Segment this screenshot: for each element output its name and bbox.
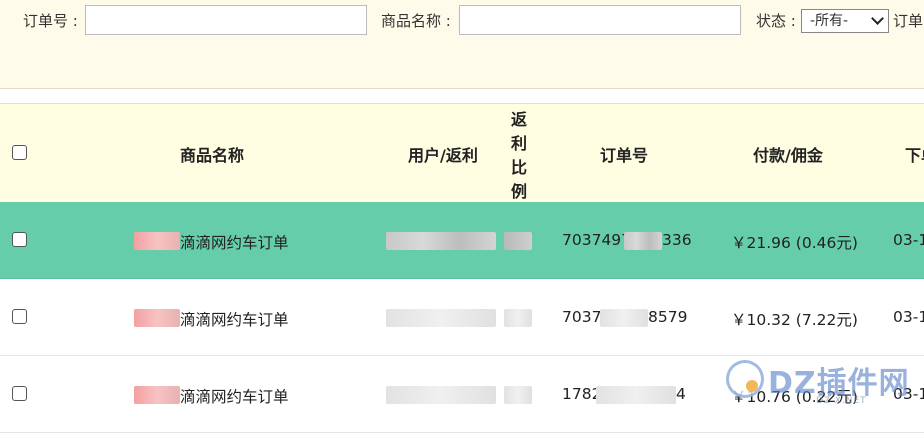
watermark-sub: DZ-X.NET: [816, 396, 867, 406]
redacted-block: [134, 232, 180, 250]
header-payment-commission: 付款/佣金: [753, 146, 823, 165]
redacted-block: [134, 386, 180, 404]
redacted-order: [596, 386, 676, 404]
row-checkbox[interactable]: [12, 386, 27, 401]
row-order-suffix: 336: [662, 231, 692, 249]
header-user-rebate: 用户/返利: [408, 146, 478, 165]
table-header: 商品名称 用户/返利 返利比例 订单号 付款/佣金 下单: [0, 103, 924, 202]
row-product-name: 滴滴网约车订单: [180, 234, 289, 252]
product-name-label: 商品名称 :: [381, 12, 451, 30]
row-date: 03-1: [893, 308, 924, 326]
redacted-order: [600, 309, 648, 327]
header-order-no: 订单号: [600, 146, 649, 165]
redacted-user: [386, 386, 496, 404]
redacted-ratio: [504, 309, 532, 327]
status-selected-value: -所有-: [810, 13, 849, 29]
order-no-input[interactable]: [85, 5, 367, 35]
row-checkbox[interactable]: [12, 309, 27, 324]
row-payment: ￥10.32 (7.22元): [731, 311, 858, 329]
row-date: 03-1: [893, 231, 924, 249]
table-row[interactable]: 滴滴网约车订单 7037497 336 ￥21.96 (0.46元) 03-1: [0, 202, 924, 279]
logo-icon: [726, 360, 764, 398]
header-next: 下单: [905, 146, 924, 165]
filter-bar: 订单号 : 商品名称 : 状态 : -所有- 订单: [0, 0, 924, 89]
row-product-name: 滴滴网约车订单: [180, 311, 289, 329]
select-all-checkbox[interactable]: [12, 145, 27, 160]
redacted-user: [386, 232, 496, 250]
order-label-trailing: 订单: [893, 12, 924, 30]
watermark-logo: DZ插件网 DZ-X.NET: [718, 352, 924, 412]
chevron-down-icon: [871, 12, 884, 25]
redacted-block: [134, 309, 180, 327]
row-checkbox[interactable]: [12, 232, 27, 247]
row-order-prefix: 7037497: [562, 231, 632, 249]
status-select[interactable]: -所有-: [801, 9, 889, 33]
table-row[interactable]: 滴滴网约车订单 7037 8579 ￥10.32 (7.22元) 03-1: [0, 279, 924, 356]
product-name-input[interactable]: [459, 5, 741, 35]
row-order-prefix: 7037: [562, 308, 602, 326]
header-product-name: 商品名称: [180, 146, 245, 165]
redacted-order: [624, 232, 662, 250]
status-label: 状态 :: [756, 12, 796, 30]
row-order-suffix: 8579: [648, 308, 688, 326]
row-product-name: 滴滴网约车订单: [180, 388, 289, 406]
spacer: [0, 89, 924, 103]
header-rebate-ratio: 返利比例: [510, 110, 527, 201]
redacted-user: [386, 309, 496, 327]
order-no-label: 订单号 :: [23, 12, 78, 30]
redacted-ratio: [504, 232, 532, 250]
row-payment: ￥21.96 (0.46元): [731, 234, 858, 252]
redacted-ratio: [504, 386, 532, 404]
row-order-suffix: 4: [676, 385, 686, 403]
